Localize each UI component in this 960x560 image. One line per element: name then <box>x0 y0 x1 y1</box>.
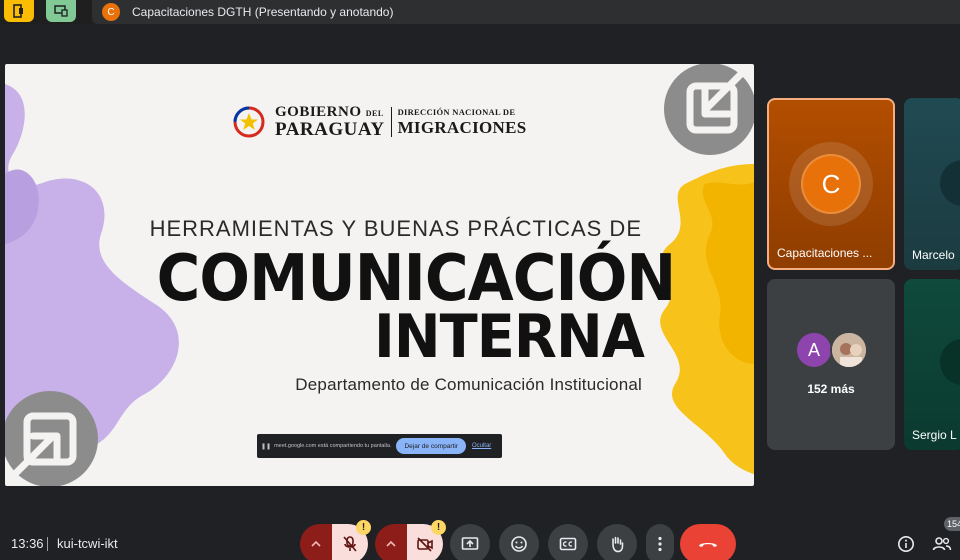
video-options-button[interactable] <box>375 524 407 560</box>
participant-name: Capacitaciones ... <box>777 246 873 260</box>
call-end-icon <box>699 543 717 547</box>
emoji-icon <box>511 536 527 552</box>
meeting-code: kui-tcwi-ikt <box>57 536 118 551</box>
meeting-info-button[interactable] <box>896 534 916 554</box>
meeting-clock: 13:36 <box>11 536 44 551</box>
stop-sharing-button[interactable]: Dejar de compartir <box>396 438 466 454</box>
participant-name: Marcelo <box>912 248 955 262</box>
raise-hand-icon <box>612 536 624 553</box>
leave-panel-button[interactable] <box>4 0 34 22</box>
hide-notice-link[interactable]: Ocultar <box>472 443 491 449</box>
mic-off-icon <box>343 536 357 552</box>
presentation-slide[interactable]: GOBIERNO DEL PARAGUAY DIRECCIÓN NACIONAL… <box>5 64 754 486</box>
participant-avatar: C <box>801 154 861 214</box>
participant-name: Sergio L <box>912 428 957 442</box>
people-icon <box>932 537 952 551</box>
participant-photo-avatar <box>830 331 868 369</box>
people-button[interactable] <box>932 534 952 554</box>
logo-paraguay-text: PARAGUAY <box>275 119 385 140</box>
screen-cast-icon <box>54 5 68 17</box>
present-icon <box>461 537 479 550</box>
speaking-ring: C <box>789 142 873 226</box>
participant-avatar: A <box>795 331 833 369</box>
more-options-button[interactable] <box>646 524 674 560</box>
info-icon <box>898 536 914 552</box>
clock-divider <box>47 537 48 551</box>
participant-tile-marcelo[interactable]: Marcelo <box>904 98 960 270</box>
more-participants-tile[interactable]: A 152 más <box>767 279 895 450</box>
logo-gobierno: GOBIERNO DEL PARAGUAY <box>275 104 385 140</box>
raise-hand-button[interactable] <box>597 524 637 560</box>
audio-options-button[interactable] <box>300 524 332 560</box>
logo-direccion: DIRECCIÓN NACIONAL DE MIGRACIONES <box>398 108 527 137</box>
captions-button[interactable] <box>548 524 588 560</box>
door-exit-icon <box>13 4 23 18</box>
more-participants-count: 152 más <box>807 382 855 396</box>
leave-call-button[interactable] <box>680 524 736 560</box>
logo-divider <box>390 107 392 137</box>
more-vert-icon <box>658 536 662 552</box>
slide-department: Departamento de Comunicación Institucion… <box>295 375 642 394</box>
mic-warning-badge: ! <box>356 520 371 535</box>
screen-share-notice: ❚❚ meet.google.com está compartiendo tu … <box>257 434 502 458</box>
logo-direccion-text: DIRECCIÓN NACIONAL DE <box>397 106 516 117</box>
photo-thumbnail-icon <box>832 333 866 367</box>
logo-del-text: DEL <box>365 109 384 118</box>
present-screen-button[interactable] <box>450 524 490 560</box>
pause-icon: ❚❚ <box>261 443 272 450</box>
chevron-up-icon <box>311 540 321 547</box>
people-count-badge: 154 <box>944 517 960 531</box>
reactions-button[interactable] <box>499 524 539 560</box>
chevron-up-icon <box>386 540 396 547</box>
meeting-title: Capacitaciones DGTH (Presentando y anota… <box>132 5 394 19</box>
slide-title-line2: INTERNA <box>374 302 645 372</box>
camera-off-icon <box>417 537 433 552</box>
logo-migraciones-text: MIGRACIONES <box>397 118 527 138</box>
participant-tile-capacitaciones[interactable]: C Capacitaciones ... <box>767 98 895 270</box>
participant-avatar <box>940 339 960 385</box>
participant-tile-sergio[interactable]: Sergio L <box>904 279 960 450</box>
screen-cast-button[interactable] <box>46 0 76 22</box>
participant-avatar <box>940 160 960 206</box>
captions-icon <box>559 537 577 551</box>
paraguay-seal-icon <box>233 106 265 138</box>
meeting-title-bar: C Capacitaciones DGTH (Presentando y ano… <box>92 0 960 24</box>
top-bar: C Capacitaciones DGTH (Presentando y ano… <box>0 0 960 24</box>
share-notice-text: meet.google.com está compartiendo tu pan… <box>274 443 392 449</box>
camera-warning-badge: ! <box>431 520 446 535</box>
presenter-avatar: C <box>102 3 120 21</box>
logo-gobierno-text: GOBIERNO <box>275 104 362 120</box>
slide-subtitle: HERRAMIENTAS Y BUENAS PRÁCTICAS DE <box>149 216 642 241</box>
government-logo: GOBIERNO DEL PARAGUAY DIRECCIÓN NACIONAL… <box>231 104 527 140</box>
